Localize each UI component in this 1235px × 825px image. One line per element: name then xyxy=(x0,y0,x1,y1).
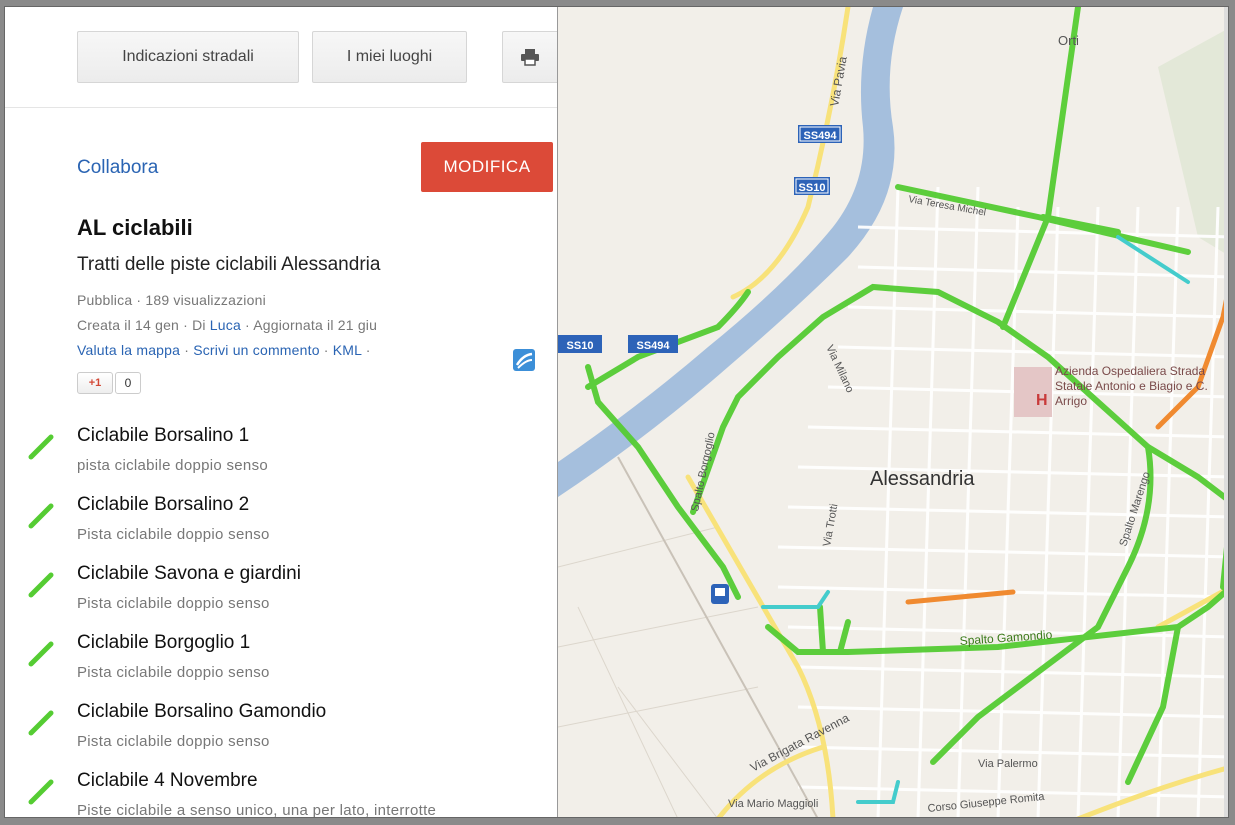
ss10-label-a: SS10 xyxy=(799,182,826,194)
route-name[interactable]: Ciclabile Borgoglio 1 xyxy=(77,632,250,654)
line-icon xyxy=(28,434,54,460)
line-icon xyxy=(28,710,54,736)
gplus-label: +1 xyxy=(88,377,102,389)
via-mario-maggioli-label: Via Mario Maggioli xyxy=(728,798,818,810)
list-item[interactable]: Ciclabile 4 Novembre Piste ciclabile a se… xyxy=(5,770,557,817)
route-description: Pista ciclabile doppio senso xyxy=(77,595,270,612)
sep-1: · xyxy=(180,342,194,358)
edit-button[interactable]: MODIFICA xyxy=(421,142,553,192)
visibility-views: Pubblica · 189 visualizzazioni xyxy=(77,292,266,308)
list-item[interactable]: Ciclabile Borsalino 1 pista ciclabile dop… xyxy=(5,425,557,493)
collaborate-link[interactable]: Collabora xyxy=(77,157,158,179)
kml-link[interactable]: KML xyxy=(333,342,362,358)
ss10-label-b: SS10 xyxy=(567,340,594,352)
sep-3: · xyxy=(361,342,371,358)
ss494-label-b: SS494 xyxy=(636,340,670,352)
updated-text: · Aggiornata il 21 giu xyxy=(240,317,378,333)
city-label: Alessandria xyxy=(870,468,975,490)
printer-icon xyxy=(521,49,539,66)
ss10-shield-a: SS10 xyxy=(794,177,830,195)
route-name[interactable]: Ciclabile Savona e giardini xyxy=(77,563,301,585)
window-frame: Indicazioni stradali I miei luoghi Colla… xyxy=(4,6,1229,818)
list-item[interactable]: Ciclabile Borsalino Gamondio Pista ciclab… xyxy=(5,701,557,769)
ss494-shield-b: SS494 xyxy=(628,335,678,353)
route-name[interactable]: Ciclabile Borsalino 1 xyxy=(77,425,249,447)
ss494-shield: SS494 xyxy=(798,125,842,143)
route-description: pista ciclabile doppio senso xyxy=(77,457,269,474)
action-links: Valuta la mappa · Scrivi un commento · K… xyxy=(77,342,371,358)
route-name[interactable]: Ciclabile 4 Novembre xyxy=(77,770,258,792)
map-description: Tratti delle piste ciclabili Alessandria xyxy=(77,254,381,275)
created-prefix: Creata il 14 gen · Di xyxy=(77,317,210,333)
orti-label: Orti xyxy=(1058,33,1079,48)
georss-icon[interactable] xyxy=(513,349,535,371)
write-comment-link[interactable]: Scrivi un commento xyxy=(193,342,320,358)
map-canvas[interactable]: SS494 SS10 SS10 SS494 H Azienda Ospedali… xyxy=(557,7,1229,817)
sep-2: · xyxy=(319,342,333,358)
directions-button[interactable]: Indicazioni stradali xyxy=(77,31,299,83)
list-item[interactable]: Ciclabile Savona e giardini Pista ciclabi… xyxy=(5,563,557,631)
map-title: AL ciclabili xyxy=(77,215,193,240)
ss494-label: SS494 xyxy=(803,130,837,142)
map-info-panel: Indicazioni stradali I miei luoghi Colla… xyxy=(5,7,557,817)
line-icon xyxy=(28,779,54,805)
train-station-icon[interactable] xyxy=(711,584,729,604)
route-description: Pista ciclabile doppio senso xyxy=(77,664,270,681)
map-scrollbar[interactable] xyxy=(1224,7,1228,817)
route-description: Pista ciclabile doppio senso xyxy=(77,526,270,543)
via-palermo-label: Via Palermo xyxy=(978,758,1038,770)
author-link[interactable]: Luca xyxy=(210,317,241,333)
google-plus-one-button[interactable]: +1 xyxy=(77,372,113,394)
created-line: Creata il 14 gen · Di Luca · Aggiornata … xyxy=(77,317,377,333)
hospital-label: Azienda Ospedaliera Strada Statale Anton… xyxy=(1055,364,1208,408)
route-name[interactable]: Ciclabile Borsalino Gamondio xyxy=(77,701,326,723)
list-item[interactable]: Ciclabile Borgoglio 1 Pista ciclabile dop… xyxy=(5,632,557,700)
map-svg[interactable]: SS494 SS10 SS10 SS494 H Azienda Ospedali… xyxy=(558,7,1229,817)
hospital-h-icon: H xyxy=(1036,392,1048,409)
my-places-button[interactable]: I miei luoghi xyxy=(312,31,467,83)
rate-map-link[interactable]: Valuta la mappa xyxy=(77,342,180,358)
plus-one-count: 0 xyxy=(115,372,141,394)
line-icon xyxy=(28,641,54,667)
line-icon xyxy=(28,572,54,598)
route-name[interactable]: Ciclabile Borsalino 2 xyxy=(77,494,249,516)
line-icon xyxy=(28,503,54,529)
ss10-shield-b: SS10 xyxy=(558,335,602,353)
route-description: Piste ciclabile a senso unico, una per l… xyxy=(77,802,437,817)
print-button[interactable] xyxy=(502,31,557,83)
list-item[interactable]: Ciclabile Borsalino 2 Pista ciclabile dop… xyxy=(5,494,557,562)
toolbar: Indicazioni stradali I miei luoghi xyxy=(5,7,557,108)
route-description: Pista ciclabile doppio senso xyxy=(77,733,270,750)
